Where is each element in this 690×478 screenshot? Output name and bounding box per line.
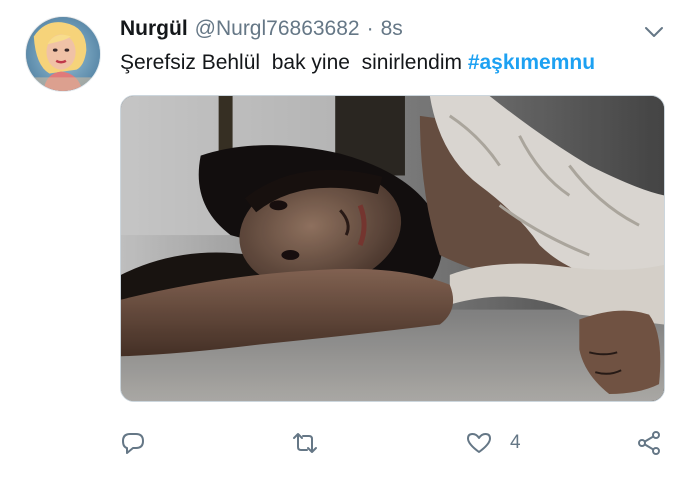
retweet-button[interactable] [292,426,318,460]
user-handle[interactable]: @Nurgl76863682 [195,17,360,41]
tweet-text-plain: Şerefsiz Behlül bak yine sinirlendim [120,51,468,74]
share-button[interactable] [636,426,662,460]
timestamp[interactable]: 8s [381,17,403,41]
reply-button[interactable] [120,426,146,460]
like-button[interactable]: 4 [466,426,521,460]
heart-icon [467,433,491,453]
share-icon [638,431,660,455]
tweet-header: Nurgül @Nurgl76863682 · 8s [120,17,403,45]
tweet-actions: 4 [120,426,665,460]
like-count: 4 [510,432,521,453]
tweet-text: Şerefsiz Behlül bak yine sinirlendim #aş… [120,51,595,75]
display-name[interactable]: Nurgül [120,17,188,41]
reply-icon [122,433,144,454]
hashtag-link[interactable]: #aşkımemnu [468,51,595,74]
tweet[interactable]: Nurgül @Nurgl76863682 · 8s Şerefsiz Behl… [0,0,690,478]
tweet-photo[interactable] [120,95,665,402]
avatar[interactable] [25,16,101,92]
separator-dot: · [366,17,374,40]
photo-image [121,96,664,401]
chevron-down-icon[interactable] [642,20,666,44]
avatar-image [26,17,100,91]
retweet-icon [293,433,317,453]
